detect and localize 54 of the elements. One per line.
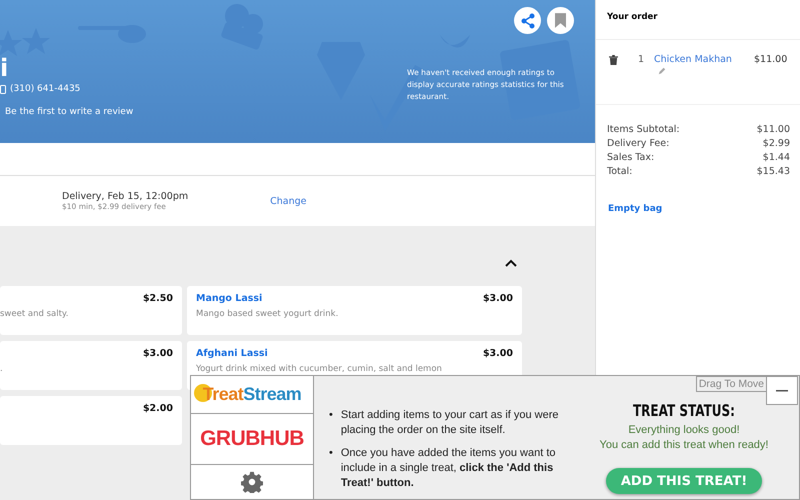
item-quantity: 1 <box>638 54 646 65</box>
total-value: $2.99 <box>762 137 790 151</box>
minimize-button[interactable] <box>766 376 798 405</box>
total-label: Delivery Fee: <box>607 137 670 151</box>
order-item-link[interactable]: Chicken Makhan <box>654 54 754 65</box>
settings-icon[interactable] <box>241 471 263 493</box>
order-title: Your order <box>596 0 800 40</box>
add-treat-button[interactable]: ADD THIS TREAT! <box>606 468 762 494</box>
item-description: Mango based sweet yogurt drink. <box>196 309 340 319</box>
empty-bag-link[interactable]: Empty bag <box>596 179 800 214</box>
total-label: Sales Tax: <box>607 151 654 165</box>
bookmark-icon <box>555 13 566 28</box>
total-value: $11.00 <box>756 123 790 137</box>
restaurant-name: i <box>0 56 10 80</box>
bullet: • <box>329 446 333 461</box>
share-button[interactable] <box>514 7 541 34</box>
total-label: Total: <box>607 165 632 179</box>
instruction-text: Start adding items to your cart as if you were placing the order on the site itself. <box>340 408 560 438</box>
change-link[interactable]: Change <box>270 196 306 206</box>
share-icon <box>520 12 536 28</box>
pencil-icon[interactable] <box>658 67 666 75</box>
item-price: $3.00 <box>482 348 513 359</box>
item-description: Yogurt drink mixed with cucumber, cumin, salt and lemon <box>196 364 443 374</box>
treat-status-title: TREAT STATUS: <box>633 401 735 420</box>
delivery-summary: Delivery, Feb 15, 12:00pm <box>62 191 188 202</box>
phone-icon <box>0 84 6 94</box>
caret-icon[interactable] <box>505 259 517 267</box>
trash-icon[interactable] <box>609 55 618 65</box>
order-item-price: $11.00 <box>754 54 788 65</box>
minimize-icon <box>776 390 788 392</box>
menu-item-card[interactable]: $3.00 . <box>0 341 182 390</box>
status-message: You can add this treat when ready! <box>600 438 768 453</box>
drag-handle[interactable]: Drag To Move <box>696 376 767 392</box>
write-review-link[interactable]: Be the first to write a review <box>0 107 134 117</box>
phone-number: (310) 641-4435 <box>10 84 80 94</box>
item-description: sweet and salty. <box>0 309 70 319</box>
item-price: $2.00 <box>142 403 173 414</box>
menu-item-card[interactable]: $2.00 <box>0 396 182 445</box>
item-name: Mango Lassi <box>196 293 262 304</box>
item-price: $2.50 <box>142 293 173 304</box>
total-value: $15.43 <box>756 165 790 179</box>
item-price: $3.00 <box>482 293 513 304</box>
bookmark-button[interactable] <box>547 7 574 34</box>
menu-item-card[interactable]: Mango Lassi $3.00 Mango based sweet yogurt drink. <box>187 286 522 335</box>
instruction-text: Once you have added the items you want to include in a single treat, click the 'Add this Treat!' button. <box>340 446 556 491</box>
total-label: Items Subtotal: <box>607 123 680 137</box>
item-name: Afghani Lassi <box>196 348 268 359</box>
bullet: • <box>329 408 333 423</box>
item-description: . <box>0 364 4 374</box>
menu-item-card[interactable]: $2.50 sweet and salty. <box>0 286 182 335</box>
status-message: Everything looks good! <box>628 423 740 438</box>
grubhub-logo[interactable]: GRUBHUB <box>200 427 304 451</box>
total-value: $1.44 <box>762 151 790 165</box>
item-price: $3.00 <box>142 348 173 359</box>
